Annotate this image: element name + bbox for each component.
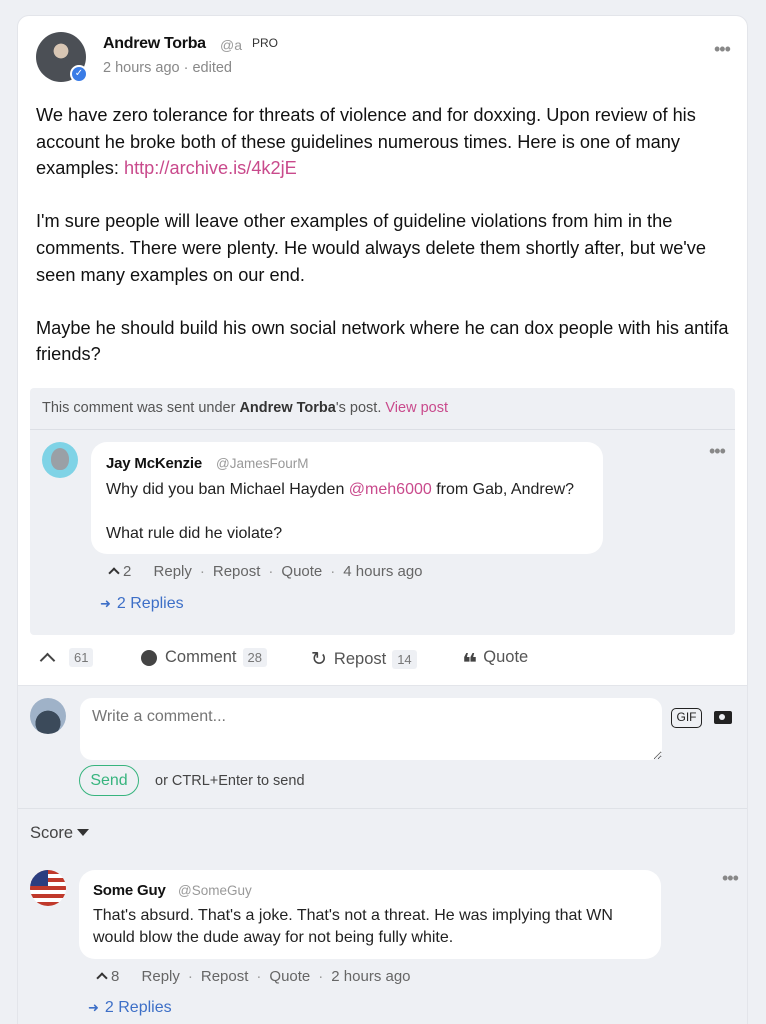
post-timestamp[interactable]: 2 hours ago · edited xyxy=(103,60,232,76)
commenter-name[interactable]: Some Guy xyxy=(93,882,166,899)
commenter-handle[interactable]: @SomeGuy xyxy=(178,883,252,898)
comment-bubble: Jay McKenzie @JamesFourM Why did you ban… xyxy=(91,442,603,554)
comment-context-box: This comment was sent under Andrew Torba… xyxy=(30,388,735,635)
gif-button[interactable]: GIF xyxy=(671,708,702,728)
commenter-avatar[interactable] xyxy=(30,870,66,906)
camera-icon[interactable] xyxy=(714,711,732,724)
comment-actions: 2 Reply · Repost · Quote · 4 hours ago xyxy=(108,563,423,580)
view-replies-link[interactable]: ➜ 2 Replies xyxy=(88,999,172,1017)
separator-dot: · xyxy=(268,563,274,580)
repost-button[interactable]: Repost xyxy=(201,968,249,985)
separator-dot: · xyxy=(256,968,262,985)
upvote-button[interactable]: 2 xyxy=(108,563,131,580)
comment-actions: 8 Reply · Repost · Quote · 2 hours ago xyxy=(96,968,411,985)
reply-button[interactable]: Reply xyxy=(142,968,180,985)
post-paragraph-3: Maybe he should build his own social net… xyxy=(36,317,729,365)
comment-icon xyxy=(141,649,157,666)
context-note: This comment was sent under Andrew Torba… xyxy=(42,400,448,416)
comment-more-icon[interactable]: ••• xyxy=(722,869,739,887)
commenter-name[interactable]: Jay McKenzie xyxy=(106,455,202,472)
repost-count: 14 xyxy=(392,650,417,669)
upvote-icon xyxy=(96,972,108,984)
repost-button[interactable]: Repost xyxy=(213,563,261,580)
comment-more-icon[interactable]: ••• xyxy=(709,442,726,460)
commenter-handle[interactable]: @JamesFourM xyxy=(216,456,308,471)
author-handle[interactable]: @a xyxy=(220,37,242,53)
current-user-avatar[interactable] xyxy=(30,698,66,734)
divider xyxy=(30,429,735,430)
upvote-icon xyxy=(108,567,120,579)
separator-dot: · xyxy=(199,563,205,580)
separator-dot: · xyxy=(330,563,336,580)
comment-bubble: Some Guy @SomeGuy That's absurd. That's … xyxy=(79,870,661,959)
pro-badge: PRO xyxy=(252,36,279,50)
reply-arrow-icon: ➜ xyxy=(100,596,111,611)
post-paragraph-1: We have zero tolerance for threats of vi… xyxy=(36,105,696,179)
comment-text: That's absurd. That's a joke. That's not… xyxy=(93,907,613,946)
view-replies-link[interactable]: ➜ 2 Replies xyxy=(100,595,184,613)
author-avatar[interactable]: ✓ xyxy=(36,32,88,83)
author-name[interactable]: Andrew Torba xyxy=(103,35,206,53)
avatar-head-shape xyxy=(51,448,69,470)
repost-button[interactable]: ↻ Repost 14 xyxy=(311,648,417,671)
like-button[interactable]: 61 xyxy=(39,648,94,669)
quote-button[interactable]: Quote xyxy=(281,563,322,580)
archive-link[interactable]: http://archive.is/4k2jE xyxy=(124,158,297,178)
quote-button[interactable]: Quote xyxy=(269,968,310,985)
quote-post-button[interactable]: ❝ Quote xyxy=(462,648,528,676)
verified-check-icon: ✓ xyxy=(70,65,88,83)
separator-dot: · xyxy=(187,968,193,985)
repost-icon: ↻ xyxy=(311,649,327,670)
reply-button[interactable]: Reply xyxy=(154,563,192,580)
post-body: We have zero tolerance for threats of vi… xyxy=(36,102,736,395)
comment-timestamp[interactable]: 4 hours ago xyxy=(343,563,422,580)
commenter-avatar[interactable] xyxy=(42,442,78,478)
quote-icon: ❝ xyxy=(462,647,478,678)
comment-timestamp[interactable]: 2 hours ago xyxy=(331,968,410,985)
comment-button[interactable]: Comment 28 xyxy=(141,648,267,667)
mention-link[interactable]: @meh6000 xyxy=(349,481,432,498)
send-hint: or CTRL+Enter to send xyxy=(155,773,305,789)
comment-count: 28 xyxy=(242,648,267,667)
separator-dot: · xyxy=(318,968,324,985)
view-post-link[interactable]: View post xyxy=(385,400,448,416)
sort-dropdown[interactable]: Score xyxy=(30,824,90,843)
comment-text: Why did you ban Michael Hayden @meh6000 … xyxy=(106,481,575,542)
post-paragraph-2: I'm sure people will leave other example… xyxy=(36,211,706,285)
caret-down-icon xyxy=(77,829,90,836)
send-button[interactable]: Send xyxy=(79,765,139,796)
upvote-icon xyxy=(39,652,56,669)
comment-input[interactable] xyxy=(80,698,662,760)
upvote-button[interactable]: 8 xyxy=(96,968,119,985)
like-count: 61 xyxy=(69,648,94,667)
more-options-icon[interactable]: ••• xyxy=(714,40,731,58)
reply-arrow-icon: ➜ xyxy=(88,1000,99,1015)
